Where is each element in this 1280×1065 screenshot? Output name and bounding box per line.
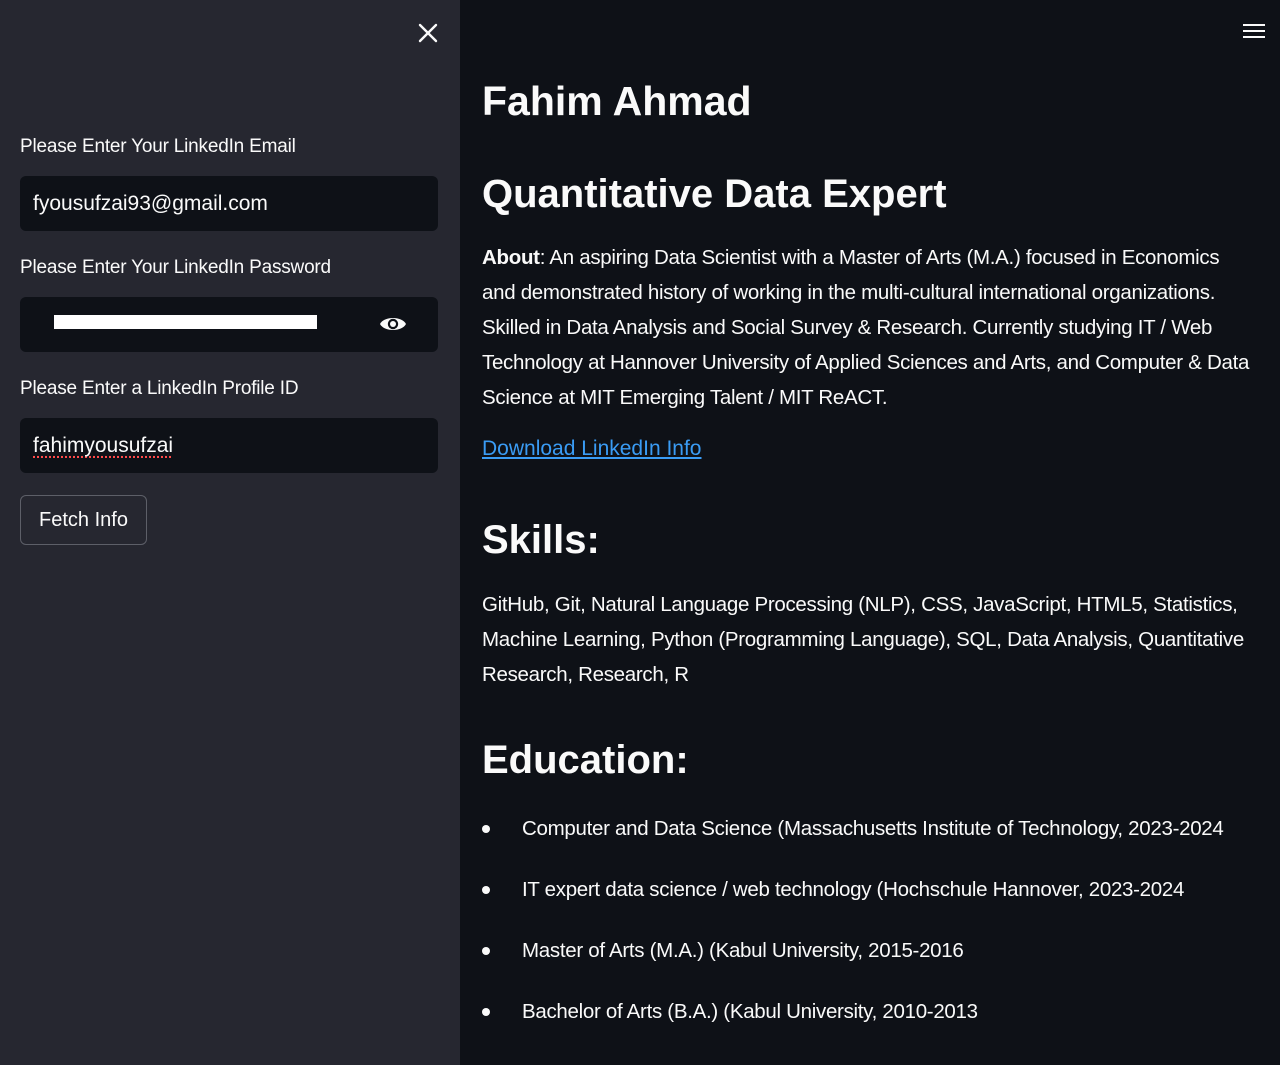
list-item: Computer and Data Science (Massachusetts… — [482, 808, 1262, 869]
password-label: Please Enter Your LinkedIn Password — [20, 257, 331, 278]
profile-id-label: Please Enter a LinkedIn Profile ID — [20, 378, 299, 399]
close-icon[interactable] — [412, 17, 444, 49]
password-field[interactable] — [20, 297, 438, 352]
education-entry: IT expert data science / web technology … — [522, 878, 1185, 901]
list-item: Master of Arts (M.A.) (Kabul University,… — [482, 930, 1262, 991]
skills-heading: Skills: — [482, 518, 600, 562]
hamburger-menu-icon[interactable] — [1242, 21, 1266, 41]
bullet-icon — [482, 886, 490, 894]
fetch-info-button[interactable]: Fetch Info — [20, 495, 147, 545]
profile-name: Fahim Ahmad — [482, 78, 752, 124]
about-paragraph: About: An aspiring Data Scientist with a… — [482, 240, 1252, 415]
main-content: Fahim Ahmad Quantitative Data Expert Abo… — [460, 0, 1280, 1065]
list-item: Bachelor of Arts (B.A.) (Kabul Universit… — [482, 991, 1262, 1052]
sidebar: Please Enter Your LinkedIn Email Please … — [0, 0, 460, 1065]
bullet-icon — [482, 825, 490, 833]
profile-headline: Quantitative Data Expert — [482, 172, 947, 216]
email-field-container — [20, 176, 438, 231]
bullet-icon — [482, 1008, 490, 1016]
education-list: Computer and Data Science (Massachusetts… — [482, 808, 1262, 1052]
profile-id-field-container — [20, 418, 438, 473]
bullet-icon — [482, 947, 490, 955]
education-heading: Education: — [482, 738, 689, 782]
skills-text: GitHub, Git, Natural Language Processing… — [482, 593, 1244, 686]
app-root: Please Enter Your LinkedIn Email Please … — [0, 0, 1280, 1065]
education-entry: Bachelor of Arts (B.A.) (Kabul Universit… — [522, 1000, 978, 1023]
about-label: About — [482, 246, 540, 269]
password-mask — [54, 315, 317, 329]
email-field[interactable] — [33, 176, 423, 231]
list-item: IT expert data science / web technology … — [482, 869, 1262, 930]
eye-icon[interactable] — [378, 311, 408, 337]
education-entry: Master of Arts (M.A.) (Kabul University,… — [522, 939, 964, 962]
profile-id-field[interactable] — [33, 418, 423, 473]
about-text: : An aspiring Data Scientist with a Mast… — [482, 246, 1250, 409]
download-linkedin-info-link[interactable]: Download LinkedIn Info — [482, 437, 702, 461]
email-label: Please Enter Your LinkedIn Email — [20, 136, 296, 157]
education-entry: Computer and Data Science (Massachusetts… — [522, 817, 1224, 840]
